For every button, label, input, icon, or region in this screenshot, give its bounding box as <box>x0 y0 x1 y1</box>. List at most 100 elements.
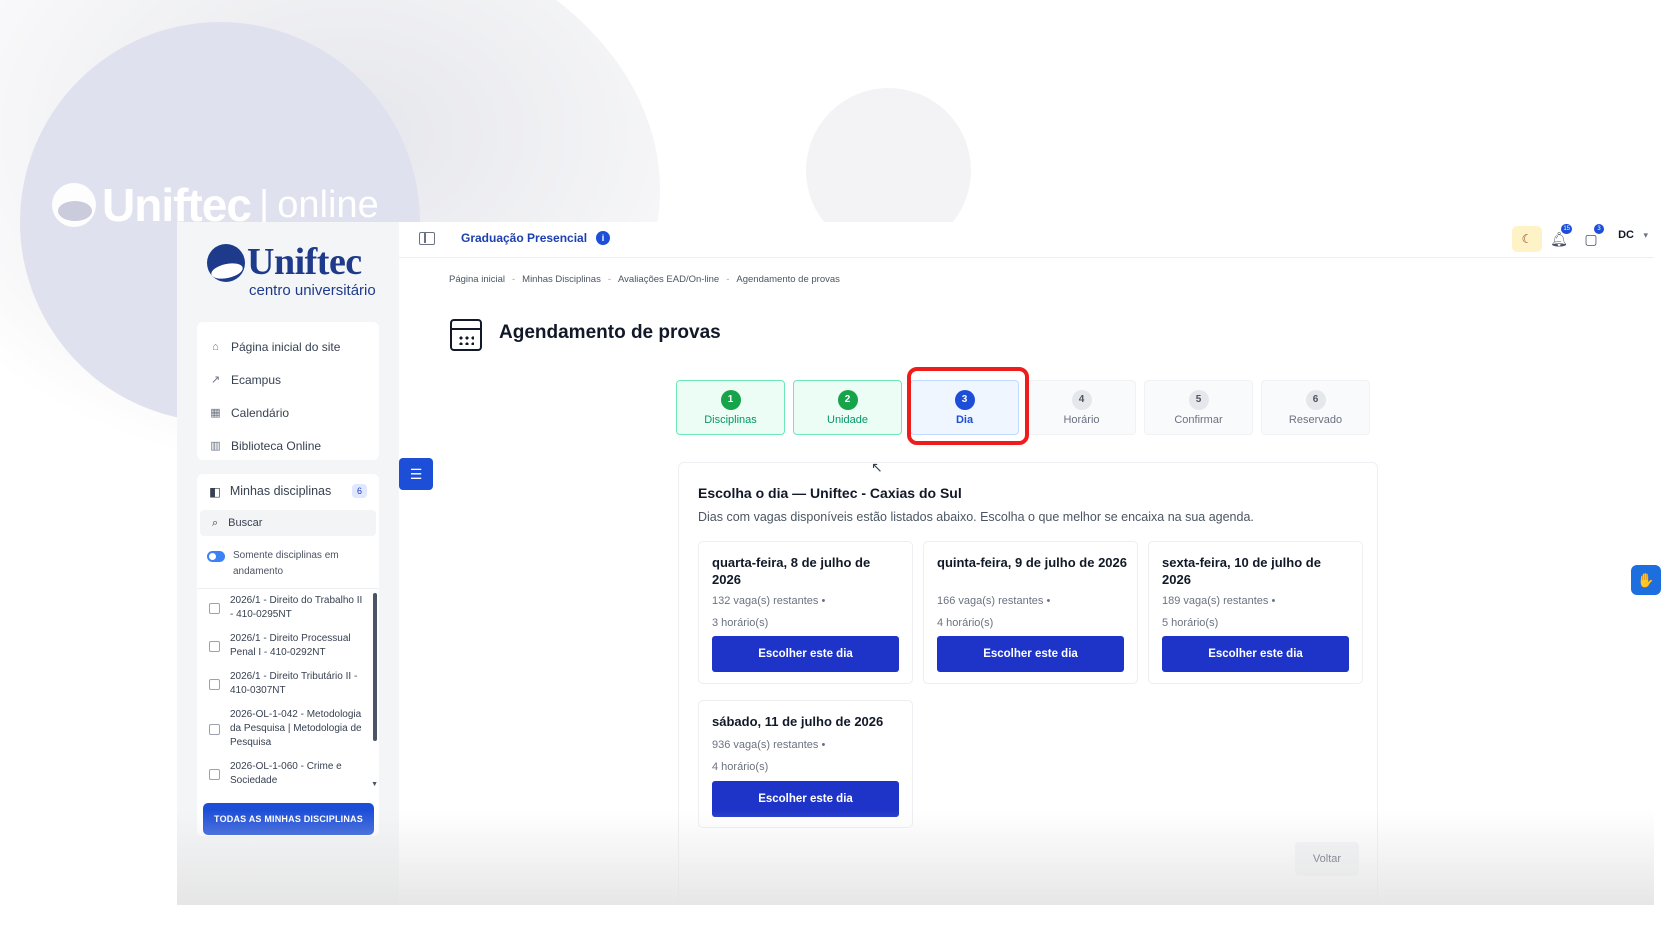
day-time-count: 3 horário(s) <box>712 617 769 629</box>
info-icon[interactable]: i <box>596 231 610 245</box>
breadcrumb-separator: - <box>511 274 516 285</box>
step-number: 4 <box>1071 389 1092 410</box>
course-checkbox-icon <box>209 678 220 690</box>
course-item[interactable]: 2026/1 - Direito do Trabalho II - 410-02… <box>197 589 379 627</box>
step-number: 1 <box>720 389 741 410</box>
step-label: Unidade <box>827 413 868 426</box>
choose-day-button[interactable]: Escolher este dia <box>712 636 899 672</box>
sidebar-link-ecampus[interactable]: ↗ Ecampus <box>197 363 379 396</box>
step-unidade[interactable]: 2 Unidade <box>793 380 902 435</box>
step-horario: 4 Horário <box>1027 380 1136 435</box>
course-mode-label[interactable]: Graduação Presencial <box>461 231 587 245</box>
course-item[interactable]: 2026/1 - Direito Processual Penal I - 41… <box>197 627 379 665</box>
sidebar: Uniftec centro universitário ⌂ Página in… <box>177 222 399 905</box>
course-checkbox-icon <box>209 640 220 652</box>
course-list: 2026/1 - Direito do Trabalho II - 410-02… <box>197 588 379 788</box>
breadcrumb-item[interactable]: Minhas Disciplinas <box>522 274 601 285</box>
course-label: 2026/1 - Direito Processual Penal I - 41… <box>230 633 351 658</box>
course-label: 2026/1 - Direito Tributário II - 410-030… <box>230 671 358 696</box>
notifications-count-badge: 15 <box>1561 224 1572 234</box>
course-item[interactable]: 2026-OL-1-042 - Metodologia da Pesquisa … <box>197 703 379 755</box>
panel-title: Escolha o dia — Uniftec - Caxias do Sul <box>698 485 962 501</box>
chevron-down-icon[interactable]: ▾ <box>1643 230 1648 241</box>
course-checkbox-icon <box>209 723 220 735</box>
calendar-dots <box>458 335 474 345</box>
breadcrumb-item[interactable]: Avaliações EAD/On-line <box>618 274 719 285</box>
choose-day-button[interactable]: Escolher este dia <box>1162 636 1349 672</box>
all-disciplines-button[interactable]: TODAS AS MINHAS DISCIPLINAS <box>203 803 374 835</box>
step-label: Disciplinas <box>704 413 757 426</box>
menu-toggle-button[interactable]: ☰ <box>399 458 433 490</box>
day-card: quarta-feira, 8 de julho de 2026 132 vag… <box>698 541 913 684</box>
day-time-count: 4 horário(s) <box>937 617 994 629</box>
course-checkbox-icon <box>209 602 220 614</box>
active-step-highlight <box>907 367 1029 445</box>
course-item[interactable]: 2026/1 - Direito Tributário II - 410-030… <box>197 665 379 703</box>
panel-description: Dias com vagas disponíveis estão listado… <box>698 510 1254 524</box>
sidebar-toggle-icon[interactable] <box>419 232 435 245</box>
uniftec-logo[interactable]: Uniftec centro universitário <box>207 240 382 304</box>
book-icon: ◧ <box>209 484 221 499</box>
back-button[interactable]: Voltar <box>1295 842 1359 876</box>
step-reservado: 6 Reservado <box>1261 380 1370 435</box>
day-date: quarta-feira, 8 de julho de 2026 <box>712 555 871 587</box>
my-disciplines-panel: ◧ Minhas disciplinas 6 ⌕ Buscar Somente … <box>197 474 379 836</box>
globe-icon <box>207 244 245 282</box>
dark-mode-button[interactable]: ☾ <box>1512 226 1542 252</box>
sidebar-link-library[interactable]: ▥ Biblioteca Online <box>197 429 379 462</box>
step-disciplinas[interactable]: 1 Disciplinas <box>676 380 785 435</box>
day-card: sexta-feira, 10 de julho de 2026 189 vag… <box>1148 541 1363 684</box>
day-slots-remaining: 166 vaga(s) restantes • <box>937 595 1051 607</box>
logo-name: Uniftec <box>247 241 362 283</box>
course-list-scrollbar[interactable] <box>373 593 377 741</box>
sidebar-link-home[interactable]: ⌂ Página inicial do site <box>197 330 379 363</box>
accessibility-button[interactable]: ✋ <box>1631 565 1661 595</box>
notifications-button[interactable]: 🔔︎ 15 <box>1548 224 1572 250</box>
sidebar-links: ⌂ Página inicial do site ↗ Ecampus ▦ Cal… <box>197 322 379 460</box>
day-date: sábado, 11 de julho de 2026 <box>712 714 884 729</box>
course-label: 2026/1 - Direito do Trabalho II - 410-02… <box>230 595 363 620</box>
disciplines-search-input[interactable]: ⌕ Buscar <box>200 510 376 536</box>
library-icon: ▥ <box>210 440 221 452</box>
step-number: 6 <box>1305 389 1326 410</box>
course-label: 2026-OL-1-042 - Metodologia da Pesquisa … <box>230 709 362 748</box>
user-avatar[interactable]: DC <box>1618 229 1634 241</box>
breadcrumb-item-current: Agendamento de provas <box>736 274 840 285</box>
scroll-down-icon[interactable]: ▼ <box>371 781 378 788</box>
in-progress-toggle[interactable] <box>207 551 225 562</box>
day-slots-remaining: 189 vaga(s) restantes • <box>1162 595 1276 607</box>
breadcrumb-separator: - <box>726 274 730 285</box>
my-disciplines-header[interactable]: ◧ Minhas disciplinas 6 <box>197 474 379 508</box>
sidebar-link-label: Calendário <box>231 405 290 420</box>
background-brand-separator: | <box>258 182 270 227</box>
step-label: Confirmar <box>1174 413 1223 426</box>
messages-count-badge: 3 <box>1594 224 1604 234</box>
breadcrumb-item[interactable]: Página inicial <box>449 274 505 285</box>
app-window: Uniftec centro universitário ⌂ Página in… <box>177 222 1654 905</box>
choose-day-button[interactable]: Escolher este dia <box>712 781 899 817</box>
screen: Uniftec | online Uniftec centro universi… <box>0 0 1680 945</box>
in-progress-toggle-label: Somente disciplinas em andamento <box>233 550 339 577</box>
day-date: sexta-feira, 10 de julho de 2026 <box>1162 555 1321 587</box>
step-confirmar: 5 Confirmar <box>1144 380 1253 435</box>
page-title: Agendamento de provas <box>499 322 721 343</box>
breadcrumb: Página inicial - Minhas Disciplinas - Av… <box>449 274 840 285</box>
day-date: quinta-feira, 9 de julho de 2026 <box>937 555 1127 570</box>
home-icon: ⌂ <box>212 340 219 353</box>
course-checkbox-icon <box>209 768 220 780</box>
course-item[interactable]: 2026-OL-1-060 - Crime e Sociedade <box>197 755 379 788</box>
in-progress-filter: Somente disciplinas em andamento <box>197 538 379 588</box>
sidebar-link-calendar[interactable]: ▦ Calendário <box>197 396 379 429</box>
step-label: Reservado <box>1288 413 1343 426</box>
sidebar-link-label: Página inicial do site <box>231 339 341 354</box>
day-slots-remaining: 132 vaga(s) restantes • <box>712 595 826 607</box>
search-icon: ⌕ <box>212 516 219 529</box>
calendar-icon <box>450 319 482 351</box>
breadcrumb-separator: - <box>607 274 611 285</box>
messages-button[interactable]: ▢ 3 <box>1580 224 1604 250</box>
logo-subtitle: centro universitário <box>249 282 376 299</box>
day-time-count: 4 horário(s) <box>712 761 769 773</box>
choose-day-button[interactable]: Escolher este dia <box>937 636 1124 672</box>
search-placeholder: Buscar <box>228 517 263 529</box>
top-bar: Graduação Presencial i ☾ 🔔︎ 15 ▢ 3 DC ▾ <box>399 222 1654 258</box>
